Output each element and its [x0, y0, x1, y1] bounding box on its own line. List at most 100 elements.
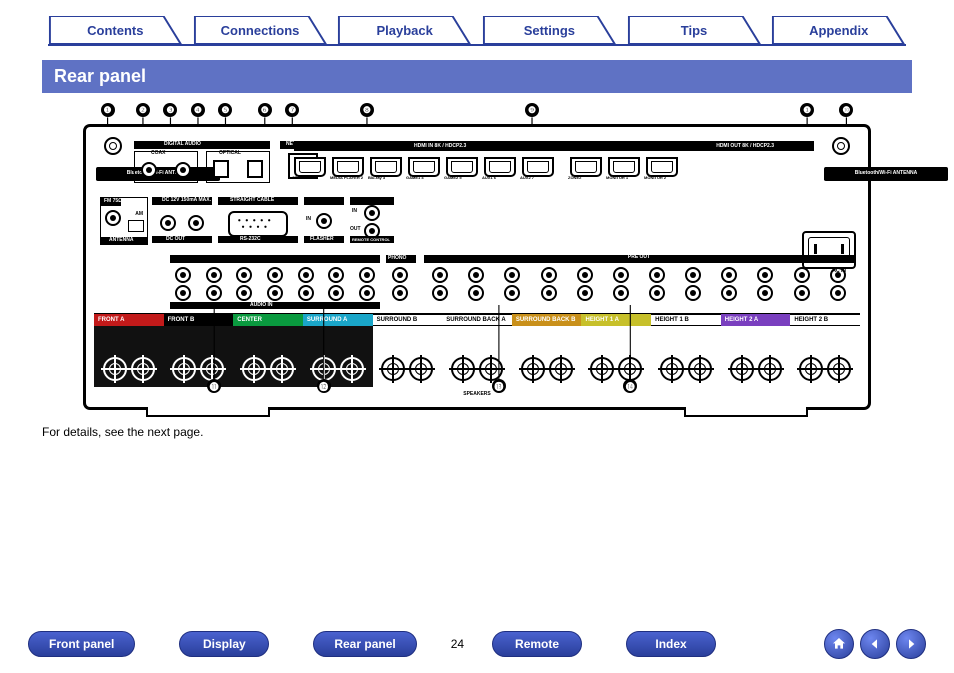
hdmi-in-label: HDMI IN 8K / HDCP2.3: [414, 144, 466, 149]
speaker-label: SURROUND B: [373, 314, 443, 326]
tab-contents[interactable]: Contents: [48, 16, 183, 44]
callout-1: ❶: [101, 103, 115, 117]
rca-jack: [359, 267, 375, 283]
callout-6: ❻: [258, 103, 272, 117]
dc-out-block: DC 12V 150mA MAX. DC OUT: [152, 197, 212, 243]
flasher-label: FLASHER: [310, 237, 334, 242]
forward-icon[interactable]: [896, 629, 926, 659]
speaker-label: SURROUND BACK A: [442, 314, 512, 326]
remote-label: REMOTE CONTROL: [352, 237, 390, 242]
tab-connections[interactable]: Connections: [193, 16, 328, 44]
back-icon[interactable]: [860, 629, 890, 659]
rca-jack: [577, 267, 593, 283]
device-chassis: Bluetooth/Wi-Fi ANTENNA Bluetooth/Wi-Fi …: [84, 125, 870, 409]
rca-jack: [577, 285, 593, 301]
rca-jack: [298, 285, 314, 301]
dc-out-jack: [160, 215, 176, 231]
callout-row-bottom: ⓫⓬⓭⓮: [112, 377, 842, 395]
rca-jack: [830, 285, 846, 301]
speaker-height-2-a: HEIGHT 2 A: [721, 313, 791, 387]
rca-jack: [685, 267, 701, 283]
digital-audio-block: DIGITAL AUDIO COAX OPTICAL: [134, 141, 270, 185]
phono-block: PHONO: [386, 255, 416, 307]
bottom-nav-front-panel[interactable]: Front panel: [28, 631, 135, 657]
row3-block: AUDIO IN PHONO PRE OUT: [100, 255, 854, 311]
dcout-sub-label: DC 12V 150mA MAX.: [162, 198, 211, 203]
rca-jack: [267, 285, 283, 301]
hdmi-port: [370, 157, 402, 177]
rs232-label: RS-232C: [240, 237, 261, 242]
bottom-nav-rear-panel[interactable]: Rear panel: [313, 631, 416, 657]
tab-tips[interactable]: Tips: [627, 16, 762, 44]
rca-jack: [267, 267, 283, 283]
am-label: AM: [135, 212, 143, 217]
acin-label: AC IN: [832, 269, 846, 274]
speaker-surround-b: SURROUND B: [373, 313, 443, 387]
preout-block: PRE OUT: [424, 255, 854, 307]
speaker-height-1-a: HEIGHT 1 A: [581, 313, 651, 387]
rca-jack: [236, 267, 252, 283]
tab-appendix[interactable]: Appendix: [771, 16, 906, 44]
remote-in-label: IN: [352, 209, 357, 214]
tab-playback[interactable]: Playback: [337, 16, 472, 44]
home-icon[interactable]: [824, 629, 854, 659]
callout-4: ⓮: [623, 379, 637, 393]
bottom-nav-index[interactable]: Index: [626, 631, 716, 657]
remote-out-label: OUT: [350, 227, 361, 232]
hdmi-port: [332, 157, 364, 177]
fm-jack: [105, 210, 121, 226]
rca-jack: [236, 285, 252, 301]
rca-jack: [468, 267, 484, 283]
rca-jack: [613, 285, 629, 301]
callout-8: ❽: [360, 103, 374, 117]
coax-label: COAX: [151, 151, 165, 156]
remote-in-jack: [364, 205, 380, 221]
audio-in-block: AUDIO IN: [170, 255, 380, 307]
rca-jack: [649, 285, 665, 301]
hdmi-port-label: ZONE2: [568, 175, 581, 180]
rca-jack: [757, 267, 773, 283]
rca-jack: [328, 267, 344, 283]
speaker-label: CENTER: [233, 314, 303, 326]
tab-settings[interactable]: Settings: [482, 16, 617, 44]
antenna-label: ANTENNA: [109, 238, 133, 243]
hdmi-port-label: MONITOR 2: [644, 175, 666, 180]
hdmi-block: HDMI IN 8K / HDCP2.3 HDMI OUT 8K / HDCP2…: [294, 143, 814, 189]
chassis-feet: [146, 407, 808, 417]
rca-jack: [541, 285, 557, 301]
optical-jack: [247, 160, 263, 178]
bottom-nav-remote[interactable]: Remote: [492, 631, 582, 657]
coax-jack: [141, 162, 157, 178]
coax-jack: [175, 162, 191, 178]
rca-jack: [794, 267, 810, 283]
bottom-nav-display[interactable]: Display: [179, 631, 269, 657]
phono-label: PHONO: [388, 256, 406, 261]
rs232-sub-label: STRAIGHT CABLE: [230, 198, 274, 203]
hdmi-port-label: AUX2 7: [520, 175, 534, 180]
rca-jack: [432, 267, 448, 283]
bottom-nav: Front panelDisplayRear panel24RemoteInde…: [28, 629, 926, 659]
hdmi-port: [570, 157, 602, 177]
hdmi-port-label: GAME1 4: [406, 175, 424, 180]
hdmi-port: [446, 157, 478, 177]
rca-jack: [613, 267, 629, 283]
hdmi-port-label: Blu-ray 3: [368, 175, 385, 180]
speaker-label: HEIGHT 2 A: [721, 314, 791, 326]
rca-jack: [359, 285, 375, 301]
rs232-port: [228, 211, 288, 237]
callout-2: ⓬: [317, 379, 331, 393]
rca-jack: [649, 267, 665, 283]
speaker-center: CENTER: [233, 313, 303, 387]
callout-5: ❺: [218, 103, 232, 117]
hdmi-port: [294, 157, 326, 177]
speaker-front-a: FRONT A: [94, 313, 164, 387]
speaker-label: HEIGHT 1 A: [581, 314, 651, 326]
hdmi-port-label: GAME2 5: [444, 175, 462, 180]
flasher-jack: [316, 213, 332, 229]
hdmi-out-label: HDMI OUT 8K / HDCP2.3: [716, 144, 774, 149]
digital-audio-label: DIGITAL AUDIO: [164, 142, 201, 147]
phono-jack: [392, 267, 408, 283]
rca-jack: [757, 285, 773, 301]
speaker-label: HEIGHT 2 B: [790, 314, 860, 326]
hdmi-port: [522, 157, 554, 177]
